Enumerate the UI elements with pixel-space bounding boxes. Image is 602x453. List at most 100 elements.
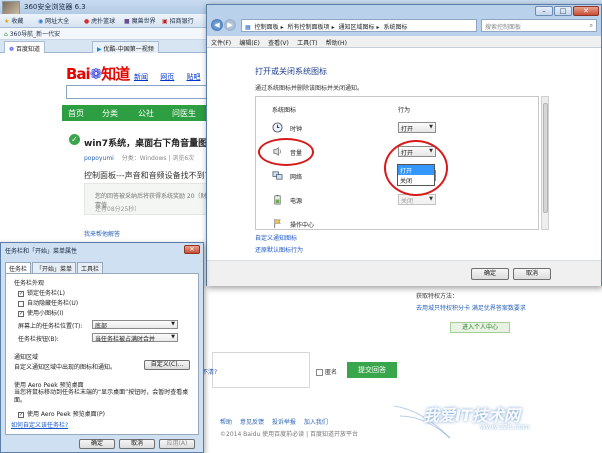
cancel-button[interactable]: 取消 <box>119 439 155 449</box>
page-title: 打开或关闭系统图标 <box>255 67 327 76</box>
notify-description: 自定义通知区域中出现的图标和通知。 <box>14 364 117 371</box>
checkbox-icon <box>316 369 323 376</box>
close-button[interactable]: ✕ <box>573 6 599 16</box>
watermark-site: www.52it.com <box>480 423 530 431</box>
menu-edit[interactable]: 编辑(E) <box>239 38 259 47</box>
dialog-close-button[interactable]: ✕ <box>184 245 200 254</box>
list-scrollbar[interactable] <box>541 96 549 230</box>
baidu-paw-icon: ❁ <box>89 65 103 83</box>
column-header-icon: 系统图标 <box>272 107 297 114</box>
answer-hint-link[interactable]: 不清? <box>202 367 217 376</box>
footer-report-link[interactable]: 投诉举报 <box>272 419 296 426</box>
list-item: 操作中心 <box>256 213 538 229</box>
footer-feedback-link[interactable]: 意见反馈 <box>240 419 264 426</box>
peek-description: 当您将鼠标移动到任务栏末端的“显示桌面”按钮时，会暂时查看桌面。 <box>14 389 189 404</box>
footer-join-link[interactable]: 加入我们 <box>304 419 328 426</box>
autohide-checkbox[interactable]: 自动隐藏任务栏(U) <box>18 298 78 307</box>
customize-notify-icons-link[interactable]: 自定义通知图标 <box>255 233 297 242</box>
gnav-home[interactable]: 首页 <box>68 108 84 119</box>
privilege-link[interactable]: 去用城只特权积分卡 满足优界答案数要求 <box>416 303 526 312</box>
back-arrow-icon[interactable]: ◀ <box>211 19 223 31</box>
dialog-body: 任务栏外观 ✓ 锁定任务栏(L) 自动隐藏任务栏(U) ✓ 使用小图标(I) 屏幕上… <box>5 273 199 435</box>
customize-button[interactable]: 自定义(C)... <box>144 360 190 370</box>
nav-site-button[interactable]: ◉ 网址大全 <box>38 16 69 26</box>
gnav-doctor[interactable]: 问医生 <box>172 108 196 119</box>
cmb-button[interactable]: ▣ 招商银行 <box>162 16 194 26</box>
control-panel-search-input[interactable]: 搜索控制面板 ⌕ <box>481 19 597 32</box>
buttons-select[interactable]: 当任务栏被占满时合并 ▼ <box>92 333 178 343</box>
game-icon: ■ <box>124 18 130 25</box>
submit-answer-button[interactable]: 提交回答 <box>347 362 397 378</box>
gnav-community[interactable]: 公社 <box>138 108 154 119</box>
checkbox-checked-icon: ✓ <box>18 411 24 418</box>
minimize-button[interactable]: – <box>535 6 553 16</box>
answer-textarea[interactable] <box>212 352 310 388</box>
column-header-behavior: 行为 <box>398 107 411 114</box>
favorites-button[interactable]: ★ 收藏 <box>4 16 23 26</box>
chevron-down-icon: ▼ <box>171 334 175 340</box>
group-title-appearance: 任务栏外观 <box>14 280 45 287</box>
tab-baidu-zhidao[interactable]: ❁ 百度知道 <box>4 41 45 53</box>
ok-button[interactable]: 确定 <box>79 439 115 449</box>
network-icon <box>272 171 283 180</box>
forward-arrow-icon[interactable]: ▶ <box>224 19 236 31</box>
dropdown-option-off[interactable]: 关闭 <box>398 175 434 185</box>
list-item: 电源 关闭 ▼ <box>256 189 538 213</box>
baidu-search-input[interactable] <box>66 85 216 99</box>
globe-icon: ◉ <box>38 18 44 25</box>
breadcrumb-item[interactable]: 通知区域图标 <box>339 24 375 31</box>
restore-default-link[interactable]: 还原默认图标行为 <box>255 245 303 254</box>
youku-icon: ▶ <box>97 46 102 53</box>
lock-taskbar-checkbox[interactable]: ✓ 锁定任务栏(L) <box>18 288 65 297</box>
aero-peek-checkbox[interactable]: ✓ 使用 Aero Peek 预览桌面(P) <box>18 409 105 418</box>
personal-center-button[interactable]: 进入个人中心 <box>450 322 510 333</box>
behavior-dropdown[interactable]: 打开 关闭 <box>397 164 435 186</box>
ok-button[interactable]: 确定 <box>471 268 509 280</box>
breadcrumb-item[interactable]: 控制面板 <box>255 24 279 31</box>
menu-help[interactable]: 帮助(H) <box>326 38 347 47</box>
bookmark-item[interactable]: ⌂ 360导航_新一代安 <box>4 29 60 39</box>
chevron-down-icon: ▼ <box>171 321 175 327</box>
maximize-button[interactable]: □ <box>554 6 572 16</box>
behavior-select[interactable]: 打开▼ <box>398 122 436 133</box>
apply-button[interactable]: 应用(A) <box>159 439 195 449</box>
position-select[interactable]: 底部 ▼ <box>92 320 178 330</box>
reward-notice: 您的回答被采纳后将获得系统奖励 20（财富值 还有08分25秒） <box>84 183 209 215</box>
menu-tools[interactable]: 工具(T) <box>297 38 317 47</box>
hupu-button[interactable]: ● 虎扑篮球 <box>84 16 115 26</box>
menu-bar: 文件(F) 编辑(E) 查看(V) 工具(T) 帮助(H) <box>207 36 601 48</box>
row-name: 时钟 <box>290 126 303 133</box>
checkbox-icon <box>18 300 24 307</box>
position-label: 屏幕上的任务栏位置(T): <box>18 323 83 330</box>
nav-tieba-link[interactable]: 贴吧 <box>186 73 200 81</box>
cancel-button[interactable]: 取消 <box>513 268 551 280</box>
browser-title: 360安全浏览器 6.3 <box>24 3 86 11</box>
clock-icon <box>272 122 283 133</box>
gnav-category[interactable]: 分类 <box>102 108 118 119</box>
menu-view[interactable]: 查看(V) <box>268 38 289 47</box>
scrollbar-thumb[interactable] <box>543 103 548 213</box>
breadcrumb[interactable]: ▦ 控制面板 ▸ 所有控制面板项 ▸ 通知区域图标 ▸ 系统图标 <box>241 19 477 32</box>
dropdown-option-on[interactable]: 打开 <box>398 165 434 175</box>
nav-news-link[interactable]: 新闻 <box>134 73 148 81</box>
breadcrumb-item[interactable]: 所有控制面板项 <box>288 24 330 31</box>
tab-youku[interactable]: ▶ 优酷-中国第一视频 <box>92 41 159 53</box>
checkbox-checked-icon: ✓ <box>18 290 24 297</box>
footer-help-link[interactable]: 帮助 <box>220 419 232 426</box>
solved-check-icon: ✓ <box>69 134 80 145</box>
bank-icon: ▣ <box>162 18 168 25</box>
baidu-logo[interactable]: Bai❁知道 <box>66 63 130 84</box>
group-title-peek: 使用 Aero Peek 预览桌面 <box>14 382 84 389</box>
breadcrumb-item[interactable]: 系统图标 <box>383 24 407 31</box>
menu-file[interactable]: 文件(F) <box>211 38 231 47</box>
asker-link[interactable]: popoyumi <box>84 155 114 162</box>
anonymous-checkbox[interactable]: 匿名 <box>316 367 337 376</box>
answer-link[interactable]: 我来帮他解答 <box>84 229 120 238</box>
question-meta: popoyumi 分类：Windows | 浏览6次 <box>84 155 195 162</box>
wow-button[interactable]: ■ 魔兽世界 <box>124 16 156 26</box>
nav-web-link[interactable]: 网页 <box>160 73 174 81</box>
checkbox-checked-icon: ✓ <box>18 310 24 317</box>
small-icons-checkbox[interactable]: ✓ 使用小图标(I) <box>18 308 63 317</box>
help-link[interactable]: 如何自定义该任务栏? <box>11 420 68 429</box>
chevron-down-icon: ▼ <box>429 196 433 202</box>
